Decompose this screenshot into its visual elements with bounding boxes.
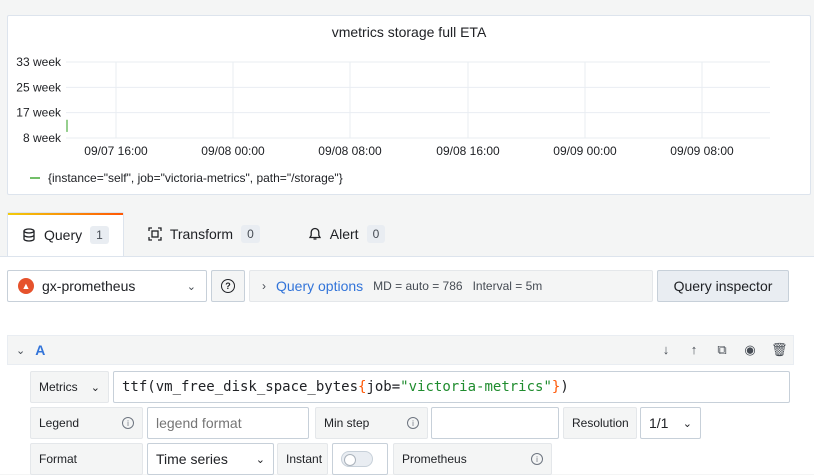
tab-alert[interactable]: Alert 0 [294,212,399,256]
legend-label-text: Legend [39,416,80,430]
editor-tabs: Query 1 Transform 0 Alert 0 [7,212,399,256]
tab-query-count: 1 [90,225,109,244]
x-tick-label: 09/07 16:00 [84,144,148,158]
query-editor: ▲ gx-prometheus ⌄ ? › Query options MD =… [0,256,814,475]
bell-icon [308,227,321,240]
query-ref-id[interactable]: A [35,342,45,358]
tab-transform-label: Transform [169,226,234,242]
resolution-label-text: Resolution [572,416,629,430]
metrics-label: Metrics [39,380,78,394]
x-tick-label: 09/08 16:00 [436,144,500,158]
trash-icon[interactable]: 🗑 [771,342,788,358]
tab-alert-count: 0 [366,225,386,243]
legend-field-label: Legend i [30,407,143,439]
y-tick-label: 17 week [16,106,62,120]
query-options-bar[interactable]: › Query options MD = auto = 786 Interval… [249,270,653,302]
tab-transform-count: 0 [241,225,260,243]
database-icon [23,227,35,242]
legend-format-input[interactable] [147,407,309,439]
collapse-chevron-icon[interactable]: ⌄ [16,344,25,357]
chevron-down-icon: ⌄ [255,453,265,466]
format-label: Format [30,443,143,475]
info-icon[interactable]: i [407,417,419,429]
x-tick-label: 09/09 00:00 [553,144,617,158]
query-row-header[interactable]: ⌄ A ↓ ↑ ⧉ ◉ 🗑 [7,335,794,365]
expr-brace-close: } [551,379,561,395]
x-tick-label: 09/08 08:00 [318,144,382,158]
query-row-actions: ↓ ↑ ⧉ ◉ 🗑 [659,342,788,358]
metrics-dropdown[interactable]: Metrics ⌄ [30,371,109,403]
datasource-picker[interactable]: ▲ gx-prometheus ⌄ [7,270,207,302]
resolution-value: 1/1 [649,415,669,431]
tab-transform[interactable]: Transform 0 [134,212,274,256]
chart-area: 33 week 25 week 17 week 8 week 09/07 16:00 09… [16,55,770,158]
tab-query-label: Query [44,226,83,243]
graph-panel: vmetrics storage full ETA 33 week 25 week… [7,15,811,195]
question-icon: ? [221,279,235,293]
format-select[interactable]: Time series ⌄ [147,443,274,475]
expr-label: job= [366,379,401,395]
instant-toggle-wrap [332,443,388,475]
min-step-label: Min step i [315,407,428,439]
query-expression-field[interactable]: ttf(vm_free_disk_space_bytes{job= "victor… [113,371,790,403]
help-button[interactable]: ? [211,270,245,302]
datasource-name: gx-prometheus [42,278,136,294]
prometheus-label-text: Prometheus [402,452,467,466]
info-icon[interactable]: i [531,453,543,465]
move-down-icon[interactable]: ↓ [659,342,673,358]
instant-toggle[interactable] [341,451,373,467]
y-tick-label: 33 week [16,55,62,69]
x-tick-label: 09/09 08:00 [670,144,734,158]
min-step-label-text: Min step [324,416,370,430]
tab-alert-label: Alert [329,226,359,242]
min-step-input[interactable] [431,407,559,439]
expr-value: "victoria-metrics" [400,379,552,395]
format-label-text: Format [39,452,78,466]
query-options-interval: Interval = 5m [472,279,543,293]
expr-end: ) [560,379,569,395]
x-tick-label: 09/08 00:00 [201,144,265,158]
chevron-down-icon: ⌄ [186,280,196,293]
prometheus-label: Prometheus i [393,443,552,475]
y-tick-label: 8 week [23,131,62,145]
y-tick-label: 25 week [16,80,62,94]
legend[interactable]: {instance="self", job="victoria-metrics"… [30,171,343,185]
resolution-label: Resolution [563,407,637,439]
transform-icon [148,227,162,241]
instant-label: Instant [277,443,328,475]
resolution-select[interactable]: 1/1 ⌄ [640,407,701,439]
info-icon[interactable]: i [122,417,134,429]
instant-label-text: Instant [286,452,323,466]
tab-query[interactable]: Query 1 [7,212,124,256]
expr-brace-open: { [358,379,367,395]
move-up-icon[interactable]: ↑ [687,342,701,358]
legend-swatch [30,177,40,179]
chevron-right-icon: › [262,279,266,293]
query-inspector-button[interactable]: Query inspector [657,270,789,302]
legend-label[interactable]: {instance="self", job="victoria-metrics"… [48,171,343,185]
query-options-md: MD = auto = 786 [373,279,463,293]
query-options-title[interactable]: Query options [276,278,363,294]
expr-function: ttf(vm_free_disk_space_bytes [122,379,359,395]
prometheus-logo-icon: ▲ [18,278,34,294]
duplicate-icon[interactable]: ⧉ [715,342,729,358]
chevron-down-icon: ⌄ [682,417,692,430]
eye-icon[interactable]: ◉ [743,342,757,358]
format-value: Time series [156,451,228,467]
chevron-down-icon: ⌄ [90,381,100,394]
